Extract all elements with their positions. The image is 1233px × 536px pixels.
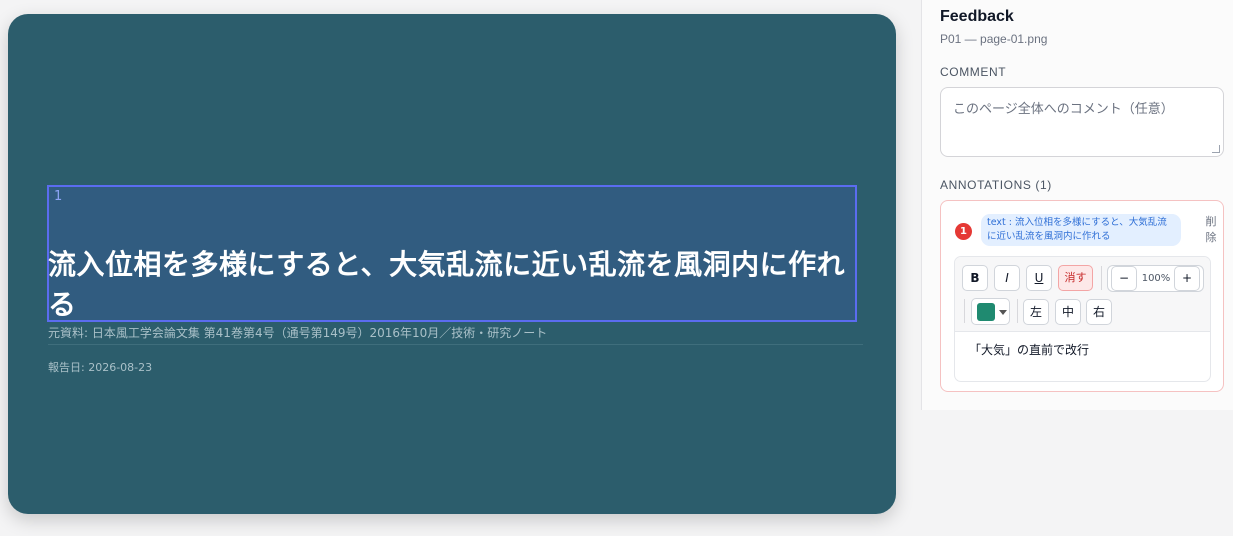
zoom-out-button[interactable]: − <box>1111 266 1137 291</box>
annotation-editor: B I U 消す − 100% + 左 中 右 「大気」の直前で改行 <box>954 256 1211 382</box>
comment-label: COMMENT <box>940 65 1007 79</box>
panel-subtitle: P01 — page-01.png <box>940 32 1048 46</box>
comment-textarea[interactable]: このページ全体へのコメント（任意） <box>940 87 1224 157</box>
slide-source: 元資料: 日本風工学会論文集 第41巻第4号（通号第149号）2016年10月／… <box>48 325 863 345</box>
toolbar-divider <box>964 299 965 323</box>
annotation-card: 1 text : 流入位相を多様にすると、大気乱流に近い乱流を風洞内に作れる 削… <box>940 200 1224 392</box>
slide-date: 報告日: 2026-08-23 <box>48 361 153 374</box>
color-swatch <box>977 303 995 321</box>
annotation-number-badge: 1 <box>955 223 972 240</box>
annotation-text-input[interactable]: 「大気」の直前で改行 <box>969 341 1089 358</box>
comment-placeholder: このページ全体へのコメント（任意） <box>953 102 1174 117</box>
annotation-target-chip[interactable]: text : 流入位相を多様にすると、大気乱流に近い乱流を風洞内に作れる <box>981 214 1181 246</box>
slide-title[interactable]: 流入位相を多様にすると、大気乱流に近い乱流を風洞内に作れる <box>48 245 848 325</box>
annotations-label: ANNOTATIONS (1) <box>940 178 1052 192</box>
zoom-in-button[interactable]: + <box>1174 266 1200 291</box>
text-color-picker[interactable] <box>971 298 1010 325</box>
resize-grip-icon[interactable] <box>1212 145 1220 153</box>
toolbar-divider <box>1017 299 1018 323</box>
align-left-button[interactable]: 左 <box>1023 299 1049 325</box>
panel-title: Feedback <box>940 8 1014 25</box>
feedback-panel: Feedback P01 — page-01.png COMMENT このページ… <box>921 0 1233 410</box>
align-center-button[interactable]: 中 <box>1055 299 1081 325</box>
editor-toolbar: B I U 消す − 100% + 左 中 右 <box>955 257 1210 332</box>
underline-button[interactable]: U <box>1026 265 1052 291</box>
chevron-down-icon <box>999 310 1007 315</box>
toolbar-divider <box>1101 266 1102 290</box>
strike-delete-button[interactable]: 消す <box>1058 265 1093 291</box>
selection-number: 1 <box>54 189 63 204</box>
delete-annotation-button[interactable]: 削除 <box>1204 214 1218 246</box>
zoom-value: 100% <box>1141 273 1171 284</box>
bold-button[interactable]: B <box>962 265 988 291</box>
slide-canvas: 1 流入位相を多様にすると、大気乱流に近い乱流を風洞内に作れる 元資料: 日本風… <box>8 14 896 514</box>
align-right-button[interactable]: 右 <box>1086 299 1112 325</box>
zoom-control: − 100% + <box>1107 265 1204 292</box>
italic-button[interactable]: I <box>994 265 1020 291</box>
